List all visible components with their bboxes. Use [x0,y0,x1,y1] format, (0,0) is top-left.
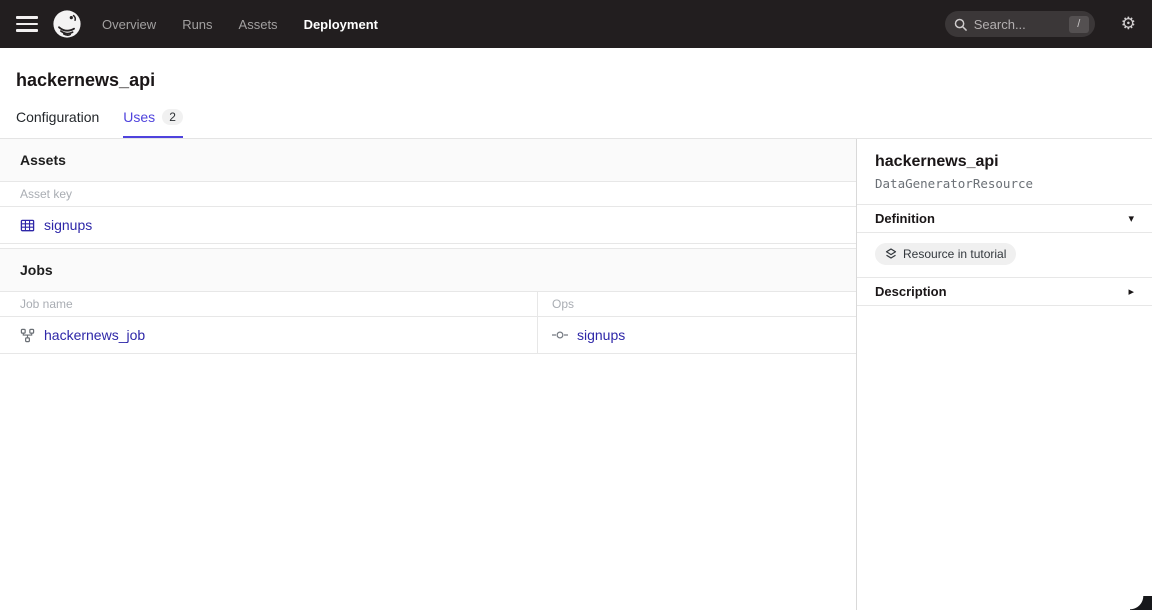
assets-section-header: Assets [0,139,856,182]
column-header-asset-key: Asset key [0,182,92,206]
dagster-logo[interactable] [52,9,82,39]
main-content: Assets Asset key signups Jobs Job name O… [0,139,1152,610]
uses-panel: Assets Asset key signups Jobs Job name O… [0,139,857,610]
op-node-icon [552,329,568,341]
description-section-toggle[interactable]: Description ▸ [857,278,1152,306]
jobs-section-header: Jobs [0,248,856,292]
screen-corner-artifact [1130,596,1152,610]
resource-name: hackernews_api [875,153,1134,171]
job-graph-icon [20,328,35,343]
column-header-job-name: Job name [0,292,538,316]
definition-section-toggle[interactable]: Definition ▾ [857,205,1152,233]
resource-tutorial-tag[interactable]: Resource in tutorial [875,243,1016,265]
resource-tutorial-tag-label: Resource in tutorial [903,247,1006,261]
resource-type: DataGeneratorResource [875,176,1134,191]
definition-section-label: Definition [875,211,935,226]
primary-nav: Overview Runs Assets Deployment [102,17,378,32]
asset-row: signups [0,207,856,244]
nav-item-deployment[interactable]: Deployment [304,17,378,32]
top-nav: Overview Runs Assets Deployment Search..… [0,0,1152,48]
search-placeholder: Search... [974,17,1062,32]
tab-uses-count-badge: 2 [162,109,183,125]
description-section-label: Description [875,284,947,299]
nav-item-overview[interactable]: Overview [102,17,156,32]
page-title: hackernews_api [0,48,1152,91]
resource-title-block: hackernews_api DataGeneratorResource [857,139,1152,205]
resource-detail-panel: hackernews_api DataGeneratorResource Def… [857,139,1152,610]
job-row: hackernews_job signups [0,317,856,354]
jobs-column-header-row: Job name Ops [0,292,856,317]
tab-configuration[interactable]: Configuration [16,109,99,138]
nav-item-runs[interactable]: Runs [182,17,212,32]
tab-uses-label: Uses [123,109,155,125]
asset-table-icon [20,218,35,233]
job-link-hackernews-job[interactable]: hackernews_job [44,327,145,343]
job-name-cell: hackernews_job [0,317,538,353]
settings-gear-icon[interactable]: ⚙ [1121,16,1136,33]
asset-link-signups[interactable]: signups [44,217,92,233]
nav-item-assets[interactable]: Assets [239,17,278,32]
hamburger-menu-icon[interactable] [16,16,38,32]
caret-down-icon: ▾ [1128,212,1134,225]
search-input[interactable]: Search... / [945,11,1095,37]
tab-uses[interactable]: Uses 2 [123,109,183,138]
ops-cell: signups [538,317,856,353]
layers-icon [885,248,897,260]
op-link-signups[interactable]: signups [577,327,625,343]
tab-bar: Configuration Uses 2 [0,109,1152,138]
asset-key-cell: signups [0,207,112,243]
assets-column-header-row: Asset key [0,182,856,207]
caret-right-icon: ▸ [1128,285,1134,298]
search-icon [954,18,967,31]
page-header: hackernews_api Configuration Uses 2 [0,48,1152,139]
column-header-ops: Ops [538,292,856,316]
definition-section-body: Resource in tutorial [857,233,1152,278]
search-shortcut-key: / [1069,16,1089,33]
